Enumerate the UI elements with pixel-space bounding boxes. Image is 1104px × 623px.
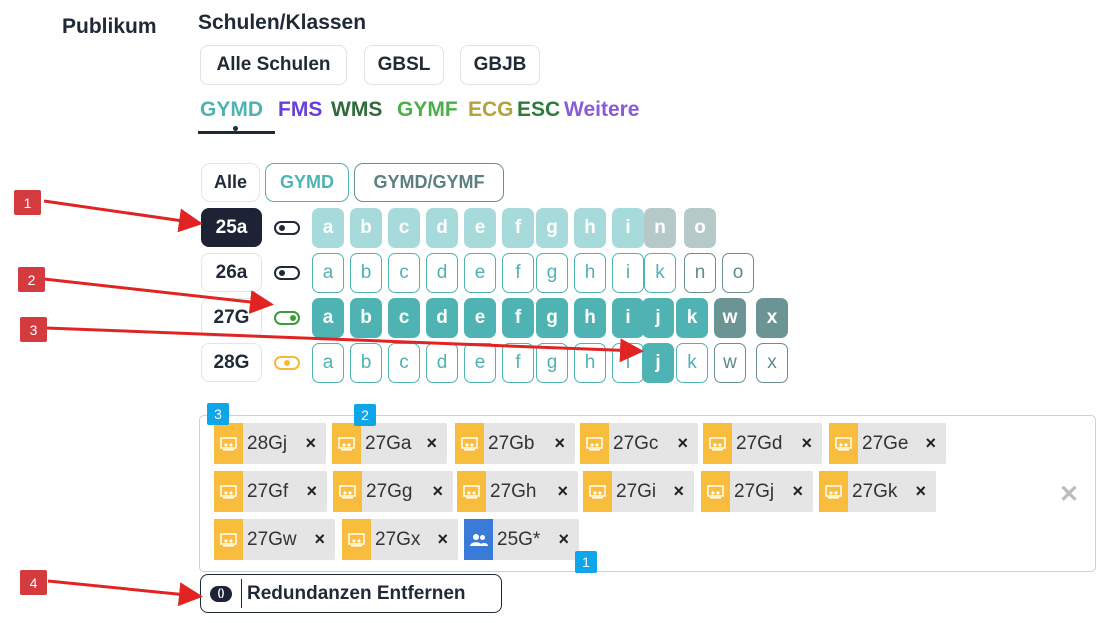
annotation-marker-3: 3 [20, 317, 47, 342]
annotation-arrows [43, 199, 644, 607]
arrow-1 [43, 199, 203, 233]
annotation-marker-1: 1 [14, 190, 41, 215]
arrow-3 [45, 326, 644, 363]
arrow-2 [43, 277, 274, 314]
annotation-marker-2: 2 [18, 267, 45, 292]
annotation-marker-4: 4 [20, 570, 47, 595]
arrow-4 [47, 579, 203, 607]
